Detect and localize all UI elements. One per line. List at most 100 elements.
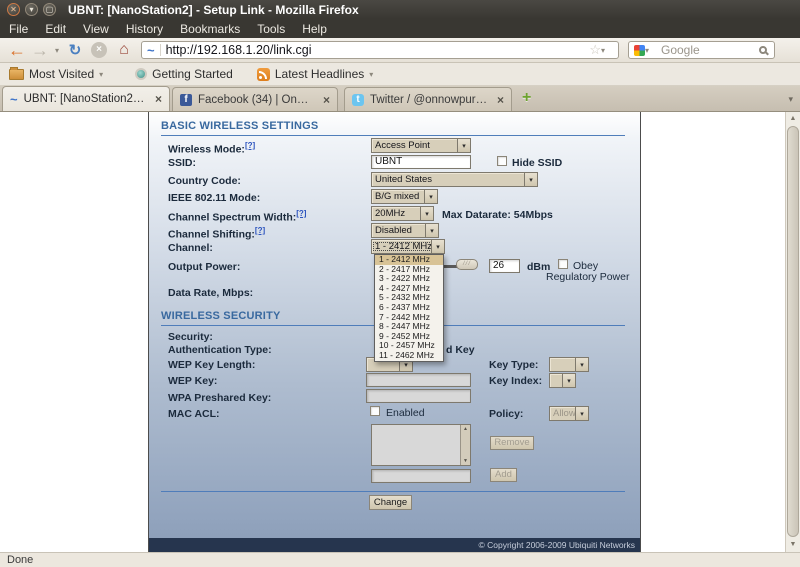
select-value: 1 - 2412 MHz (372, 241, 431, 252)
output-power-input[interactable]: 26 (489, 259, 520, 273)
new-tab-icon[interactable]: + (522, 89, 531, 107)
getting-started-icon (135, 68, 147, 80)
bookmark-label: Getting Started (152, 67, 233, 81)
bookmark-latest-headlines[interactable]: Latest Headlines ▾ (257, 67, 381, 81)
hide-ssid-checkbox[interactable] (497, 156, 507, 166)
obey-label-line2: Regulatory Power (546, 271, 629, 283)
change-button[interactable]: Change (369, 495, 412, 510)
key-index-select[interactable]: ▾ (549, 373, 576, 388)
wpa-preshared-key-input[interactable] (366, 389, 471, 403)
select-arrow-icon[interactable]: ▾ (575, 407, 588, 420)
channel-option[interactable]: 11 - 2462 MHz (375, 351, 443, 361)
menu-history[interactable]: History (126, 22, 163, 36)
back-icon[interactable]: ← (5, 40, 29, 61)
ieee-mode-label: IEEE 802.11 Mode: (168, 192, 260, 204)
search-input[interactable]: Google (661, 43, 759, 57)
close-window-icon[interactable]: ✕ (7, 3, 20, 16)
select-arrow-icon[interactable]: ▾ (431, 240, 444, 253)
security-label: Security: (168, 331, 213, 343)
maximize-window-icon[interactable]: ▢ (43, 3, 56, 16)
home-icon[interactable]: ⌂ (111, 41, 137, 59)
tab-ubnt[interactable]: ~ UBNT: [NanoStation2] - Set... × (2, 86, 170, 111)
mac-acl-enabled-checkbox[interactable] (370, 406, 380, 416)
listbox-scrollbar[interactable]: ▲ ▼ (460, 425, 470, 465)
close-tab-icon[interactable]: × (323, 93, 330, 107)
facebook-icon: f (180, 94, 192, 106)
channel-select[interactable]: 1 - 2412 MHz ▾ (371, 239, 445, 254)
select-arrow-icon[interactable]: ▾ (575, 358, 588, 371)
search-box[interactable]: ▾ Google (628, 41, 775, 59)
page-scrollbar[interactable]: ▲ ▼ (785, 112, 800, 552)
menu-edit[interactable]: Edit (45, 22, 66, 36)
help-link[interactable]: [?] (255, 226, 265, 235)
stop-icon[interactable]: × (91, 42, 107, 58)
mac-acl-listbox[interactable]: ▲ ▼ (371, 424, 471, 466)
help-link[interactable]: [?] (296, 209, 306, 218)
tab-twitter[interactable]: t Twitter / @onnowpurbo × (344, 87, 512, 111)
reload-icon[interactable]: ↻ (63, 41, 87, 59)
menu-bookmarks[interactable]: Bookmarks (180, 22, 240, 36)
scroll-down-icon[interactable]: ▼ (786, 538, 800, 552)
chevron-down-icon: ▾ (99, 70, 111, 79)
menu-tools[interactable]: Tools (257, 22, 285, 36)
ieee-mode-select[interactable]: B/G mixed ▾ (371, 189, 438, 204)
max-datarate-note: Max Datarate: 54Mbps (442, 209, 553, 221)
channel-options-list[interactable]: 1 - 2412 MHz2 - 2417 MHz3 - 2422 MHz4 - … (374, 254, 444, 362)
menu-help[interactable]: Help (302, 22, 327, 36)
scroll-up-icon[interactable]: ▲ (786, 112, 800, 126)
wireless-mode-select[interactable]: Access Point ▾ (371, 138, 471, 153)
tab-title: Twitter / @onnowpurbo (370, 94, 488, 106)
mac-acl-label: MAC ACL: (168, 408, 220, 420)
ssid-label: SSID: (168, 157, 196, 169)
scroll-up-icon[interactable]: ▲ (463, 426, 468, 432)
output-power-slider-handle[interactable]: /// (456, 259, 478, 270)
select-arrow-icon[interactable]: ▾ (420, 207, 433, 220)
close-tab-icon[interactable]: × (155, 92, 162, 106)
section-basic-wireless-title: BASIC WIRELESS SETTINGS (161, 120, 625, 136)
country-code-select[interactable]: United States ▾ (371, 172, 538, 187)
menu-view[interactable]: View (83, 22, 109, 36)
select-value: United States (372, 174, 524, 185)
url-dropdown-icon[interactable]: ▾ (601, 46, 613, 55)
minimize-window-icon[interactable]: ▾ (25, 3, 38, 16)
remove-button[interactable]: Remove (490, 436, 534, 450)
channel-shifting-select[interactable]: Disabled ▾ (371, 223, 439, 238)
spectrum-width-select[interactable]: 20MHz ▾ (371, 206, 434, 221)
scroll-down-icon[interactable]: ▼ (463, 458, 468, 464)
bookmark-most-visited[interactable]: Most Visited ▾ (9, 67, 111, 81)
select-arrow-icon[interactable]: ▾ (457, 139, 470, 152)
ssid-input[interactable]: UBNT (371, 155, 471, 169)
key-type-select[interactable]: ▾ (549, 357, 589, 372)
select-value: B/G mixed (372, 191, 424, 202)
window-title: UBNT: [NanoStation2] - Setup Link - Mozi… (68, 3, 359, 17)
tab-title: Facebook (34) | Onno W. P... (198, 94, 314, 106)
obey-regulatory-checkbox[interactable] (558, 259, 568, 269)
tab-facebook[interactable]: f Facebook (34) | Onno W. P... × (172, 87, 338, 111)
mac-address-input[interactable] (371, 469, 471, 483)
select-arrow-icon[interactable]: ▾ (425, 224, 438, 237)
search-icon[interactable] (759, 46, 767, 54)
search-engine-dropdown-icon[interactable]: ▾ (645, 46, 657, 55)
history-dropdown-icon[interactable]: ▾ (51, 46, 63, 55)
url-bar[interactable]: ~ http://192.168.1.20/link.cgi ☆ ▾ (141, 41, 619, 59)
add-button[interactable]: Add (490, 468, 517, 482)
wep-key-input[interactable] (366, 373, 471, 387)
help-link[interactable]: [?] (245, 141, 255, 150)
select-arrow-icon[interactable]: ▾ (424, 190, 437, 203)
chevron-down-icon: ▾ (369, 70, 381, 79)
bookmark-getting-started[interactable]: Getting Started (135, 67, 233, 81)
bookmark-star-icon[interactable]: ☆ (589, 42, 601, 58)
key-index-label: Key Index: (489, 375, 542, 387)
tab-title: UBNT: [NanoStation2] - Set... (24, 93, 146, 105)
forward-icon[interactable]: → (29, 40, 51, 61)
scrollbar-thumb[interactable] (787, 126, 799, 537)
url-text[interactable]: http://192.168.1.20/link.cgi (166, 43, 590, 57)
select-arrow-icon[interactable]: ▾ (562, 374, 575, 387)
close-tab-icon[interactable]: × (497, 93, 504, 107)
select-arrow-icon[interactable]: ▾ (524, 173, 537, 186)
list-all-tabs-icon[interactable]: ▾ (788, 94, 793, 105)
google-logo-icon[interactable] (634, 45, 645, 56)
wpa-preshared-key-label: WPA Preshared Key: (168, 392, 271, 404)
policy-select[interactable]: Allow ▾ (549, 406, 589, 421)
menu-file[interactable]: File (9, 22, 28, 36)
